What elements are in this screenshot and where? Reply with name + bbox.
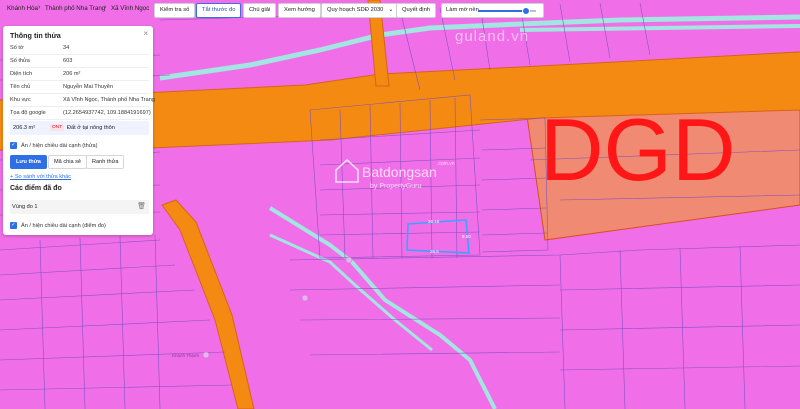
land-use-desc: Đất ở tại nông thôn	[67, 125, 115, 131]
info-value: Xã Vĩnh Ngọc, Thành phố Nha Trang	[63, 97, 155, 103]
checkbox-parcel-dims[interactable]: ✓	[10, 142, 17, 149]
info-row: Khu vực Xã Vĩnh Ngọc, Thành phố Nha Tran…	[10, 94, 155, 107]
parcel-dim-right: 9.50	[462, 234, 471, 239]
info-value[interactable]: (12.2654937742, 109.1884191697)	[63, 110, 151, 116]
panel-title: Thông tin thửa	[10, 31, 61, 40]
brand-sub: by PropertyGuru	[370, 183, 421, 190]
parcel-border-button[interactable]: Ranh thửa	[86, 155, 125, 169]
direction-button[interactable]: Xem hướng	[278, 3, 321, 18]
parcel-dim-top: 26.18	[428, 219, 440, 224]
check-plan-button[interactable]: Kiểm tra số	[154, 3, 196, 18]
info-value: 34	[63, 45, 70, 51]
trash-icon[interactable]: 🗑	[137, 202, 146, 210]
info-row: Số tờ 34	[10, 42, 149, 55]
info-key: Khu vực	[10, 97, 31, 103]
place-label: Khánh Thạnh	[172, 353, 199, 358]
measure-item-label: Vùng đo 1	[12, 204, 38, 210]
measured-points-title: Các điểm đã đo	[10, 185, 62, 192]
poi-icon[interactable]	[345, 256, 353, 264]
brand-domain: .com.vn	[437, 161, 455, 167]
info-key: Diện tích	[10, 71, 33, 77]
info-key: Tên chủ	[10, 84, 31, 90]
info-row: Số thửa 603	[10, 55, 149, 68]
info-value: Nguyễn Mai Thuyên	[63, 84, 113, 90]
breadcrumb-city[interactable]: Thành phố Nha Trang	[45, 5, 105, 12]
compare-parcel-link[interactable]: + So sánh với thửa khác	[10, 174, 71, 180]
zone-label: DGD	[540, 100, 736, 199]
plan-select-value: Quy hoạch SDĐ 2030	[327, 7, 384, 13]
chevron-down-icon: ⌄	[388, 7, 394, 13]
info-key: Số tờ	[10, 45, 24, 51]
checkbox-point-dims-label: Ẩn / hiện chiều dài cạnh (điểm đo)	[21, 223, 106, 229]
share-code-button[interactable]: Mã chia sẻ	[48, 155, 88, 169]
parcel-dim-bottom: 26.5	[430, 249, 439, 254]
breadcrumb-commune[interactable]: Xã Vĩnh Ngọc	[111, 5, 149, 12]
measure-item[interactable]: Vùng đo 1 🗑	[10, 200, 149, 214]
land-use-summary: 206.3 m² ONT Đất ở tại nông thôn	[10, 121, 149, 135]
parcel-info-panel: Thông tin thửa × Số tờ 34 Số thửa 603 Di…	[3, 26, 155, 235]
plan-select[interactable]: Quy hoạch SDĐ 2030 ⌄	[321, 3, 399, 18]
info-key: Số thửa	[10, 58, 30, 64]
poi-icon[interactable]	[301, 294, 309, 302]
area-value: 206.3 m²	[13, 125, 36, 131]
close-icon[interactable]: ×	[143, 29, 148, 38]
blur-slider-track[interactable]	[478, 7, 536, 15]
info-row: Diện tích 206 m²	[10, 68, 149, 81]
info-value: 206 m²	[63, 71, 81, 77]
save-parcel-button[interactable]: Lưu thửa	[10, 155, 47, 169]
blur-slider-fill	[478, 10, 526, 12]
land-use-badge: ONT	[50, 124, 65, 131]
blur-slider-handle[interactable]	[521, 7, 530, 15]
info-value: 603	[63, 58, 73, 64]
chevron-right-icon: ›	[104, 4, 107, 11]
chevron-right-icon: ›	[38, 4, 41, 11]
ruler-toggle-button[interactable]: Tắt thước đo	[196, 3, 242, 18]
checkbox-parcel-dims-label: Ẩn / hiện chiều dài cạnh (thửa)	[21, 143, 98, 149]
site-watermark: guland.vn	[455, 28, 529, 45]
breadcrumb-province[interactable]: Khánh Hòa	[7, 5, 38, 12]
blur-slider-control[interactable]: Làm mờ nền	[441, 3, 544, 18]
legend-button[interactable]: Chú giải	[243, 3, 277, 18]
info-row: Tọa độ google (12.2654937742, 109.188419…	[10, 107, 151, 120]
blur-slider-label: Làm mờ nền	[446, 7, 479, 13]
info-key: Tọa độ google	[10, 110, 46, 116]
checkbox-point-dims[interactable]: ✓	[10, 222, 17, 229]
decision-button[interactable]: Quyết định	[396, 3, 437, 18]
info-row: Tên chủ Nguyễn Mai Thuyên	[10, 81, 149, 94]
poi-icon[interactable]	[202, 351, 210, 359]
brand-main: Batdongsan	[362, 164, 437, 180]
